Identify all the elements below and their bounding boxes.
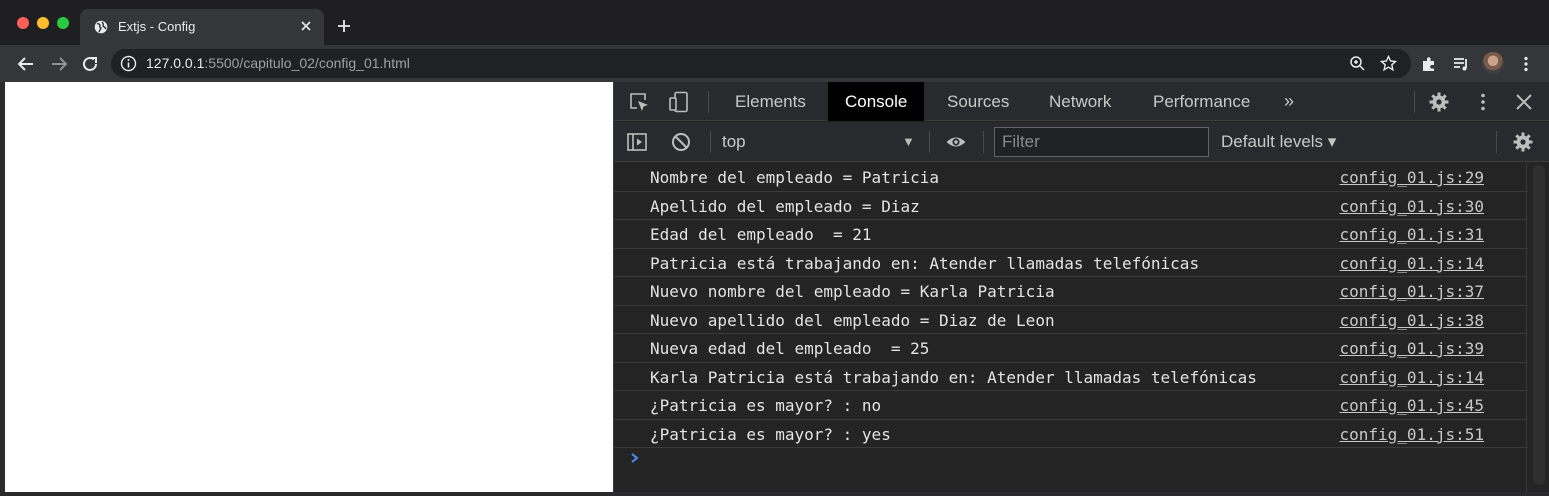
reload-icon[interactable] <box>81 55 99 73</box>
device-toolbar-icon[interactable] <box>668 91 690 113</box>
toolbar-divider <box>1496 131 1497 153</box>
message-source-link[interactable]: config_01.js:14 <box>1340 254 1485 273</box>
zoom-icon[interactable] <box>1349 55 1366 72</box>
eye-icon[interactable] <box>945 131 967 153</box>
message-text: Patricia está trabajando en: Atender lla… <box>650 253 1200 273</box>
console-message: Nuevo nombre del empleado = Karla Patric… <box>614 277 1526 306</box>
message-source-link[interactable]: config_01.js:38 <box>1340 311 1485 330</box>
menu-kebab-icon[interactable] <box>1517 55 1535 73</box>
message-source-link[interactable]: config_01.js:14 <box>1340 368 1485 387</box>
info-icon[interactable] <box>120 55 137 72</box>
close-window-button[interactable] <box>17 17 29 29</box>
url-host: 127.0.0.1 <box>146 55 205 71</box>
url-text: 127.0.0.1:5500/capitulo_02/config_01.htm… <box>146 55 410 71</box>
globe-icon <box>94 20 108 34</box>
message-source-link[interactable]: config_01.js:51 <box>1340 425 1485 444</box>
close-icon[interactable] <box>298 18 314 34</box>
url-path: :5500/capitulo_02/config_01.html <box>204 55 410 71</box>
back-arrow-icon[interactable] <box>17 55 35 73</box>
message-source-link[interactable]: config_01.js:29 <box>1340 168 1485 187</box>
console-message: Apellido del empleado = Diaz config_01.j… <box>614 192 1526 220</box>
message-text: Edad del empleado = 21 <box>650 225 872 244</box>
toolbar-divider <box>983 131 984 153</box>
console-message: Karla Patricia está trabajando en: Atend… <box>614 363 1526 391</box>
more-options-icon[interactable] <box>1472 91 1494 113</box>
message-text: Apellido del empleado = Diaz <box>650 196 920 216</box>
console-message: Nombre del empleado = Patricia config_01… <box>614 163 1526 192</box>
clear-console-icon[interactable] <box>670 131 692 153</box>
message-source-link[interactable]: config_01.js:30 <box>1340 197 1485 216</box>
message-text: ¿Patricia es mayor? : no <box>650 396 882 415</box>
message-source-link[interactable]: config_01.js:45 <box>1340 396 1485 415</box>
tab-elements[interactable]: Elements <box>718 82 823 121</box>
tab-bar-divider <box>1414 91 1415 113</box>
scrollbar-thumb[interactable] <box>1533 165 1545 485</box>
message-text: Nueva edad del empleado = 25 <box>650 339 930 358</box>
console-toolbar: top ▼ Default levels ▾ <box>614 122 1549 162</box>
forward-arrow-icon[interactable] <box>50 55 68 73</box>
message-source-link[interactable]: config_01.js:37 <box>1340 282 1485 301</box>
window-edge <box>0 492 1549 496</box>
console-settings-gear-icon[interactable] <box>1512 131 1534 153</box>
tab-performance[interactable]: Performance <box>1136 82 1267 121</box>
profile-avatar[interactable] <box>1482 52 1504 74</box>
message-source-link[interactable]: config_01.js:31 <box>1340 225 1485 244</box>
title-bar: Extjs - Config <box>0 0 1549 45</box>
address-bar[interactable]: 127.0.0.1:5500/capitulo_02/config_01.htm… <box>111 49 1411 78</box>
minimize-window-button[interactable] <box>37 17 49 29</box>
default-levels-dropdown[interactable]: Default levels ▾ <box>1221 132 1336 152</box>
tab-network[interactable]: Network <box>1032 82 1128 121</box>
tab-console[interactable]: Console <box>828 82 925 121</box>
console-messages[interactable]: Nombre del empleado = Patricia config_01… <box>614 163 1526 492</box>
console-prompt-chevron-icon[interactable] <box>628 451 642 465</box>
more-tabs-button[interactable]: » <box>1284 91 1294 112</box>
console-message: Nueva edad del empleado = 25 config_01.j… <box>614 334 1526 363</box>
browser-tab[interactable]: Extjs - Config <box>80 9 324 45</box>
toolbar-divider <box>710 131 711 153</box>
devtools-panel: Elements Console Sources Network Perform… <box>613 82 1549 492</box>
browser-toolbar: 127.0.0.1:5500/capitulo_02/config_01.htm… <box>0 45 1549 82</box>
console-message: Patricia está trabajando en: Atender lla… <box>614 249 1526 277</box>
console-message: Nuevo apellido del empleado = Diaz de Le… <box>614 306 1526 334</box>
inspect-element-icon[interactable] <box>628 91 650 113</box>
toolbar-divider <box>929 131 930 153</box>
tab-title: Extjs - Config <box>118 19 196 34</box>
message-text: ¿Patricia es mayor? : yes <box>650 424 891 444</box>
message-text: Karla Patricia está trabajando en: Atend… <box>650 367 1257 387</box>
console-message: ¿Patricia es mayor? : yes config_01.js:5… <box>614 420 1526 448</box>
page-viewport[interactable] <box>5 82 613 492</box>
new-tab-plus-icon[interactable] <box>336 18 352 34</box>
settings-gear-icon[interactable] <box>1428 91 1450 113</box>
close-devtools-icon[interactable] <box>1513 91 1535 113</box>
bookmark-star-icon[interactable] <box>1380 55 1397 72</box>
tab-bar-divider <box>708 91 709 113</box>
console-scrollbar[interactable] <box>1526 163 1549 492</box>
context-dropdown-arrow-icon[interactable]: ▼ <box>902 134 915 149</box>
sidebar-toggle-icon[interactable] <box>626 131 648 153</box>
filter-input[interactable] <box>994 127 1209 157</box>
extensions-puzzle-icon[interactable] <box>1420 55 1438 73</box>
media-queue-icon[interactable] <box>1452 55 1470 73</box>
message-text: Nuevo nombre del empleado = Karla Patric… <box>650 282 1055 301</box>
console-message: ¿Patricia es mayor? : no config_01.js:45 <box>614 391 1526 420</box>
tab-sources[interactable]: Sources <box>930 82 1026 121</box>
maximize-window-button[interactable] <box>57 17 69 29</box>
message-text: Nuevo apellido del empleado = Diaz de Le… <box>650 310 1055 330</box>
context-selector[interactable]: top <box>722 132 746 152</box>
message-text: Nombre del empleado = Patricia <box>650 168 939 187</box>
message-source-link[interactable]: config_01.js:39 <box>1340 339 1485 358</box>
console-message: Edad del empleado = 21 config_01.js:31 <box>614 220 1526 249</box>
devtools-tab-bar: Elements Console Sources Network Perform… <box>614 82 1549 121</box>
